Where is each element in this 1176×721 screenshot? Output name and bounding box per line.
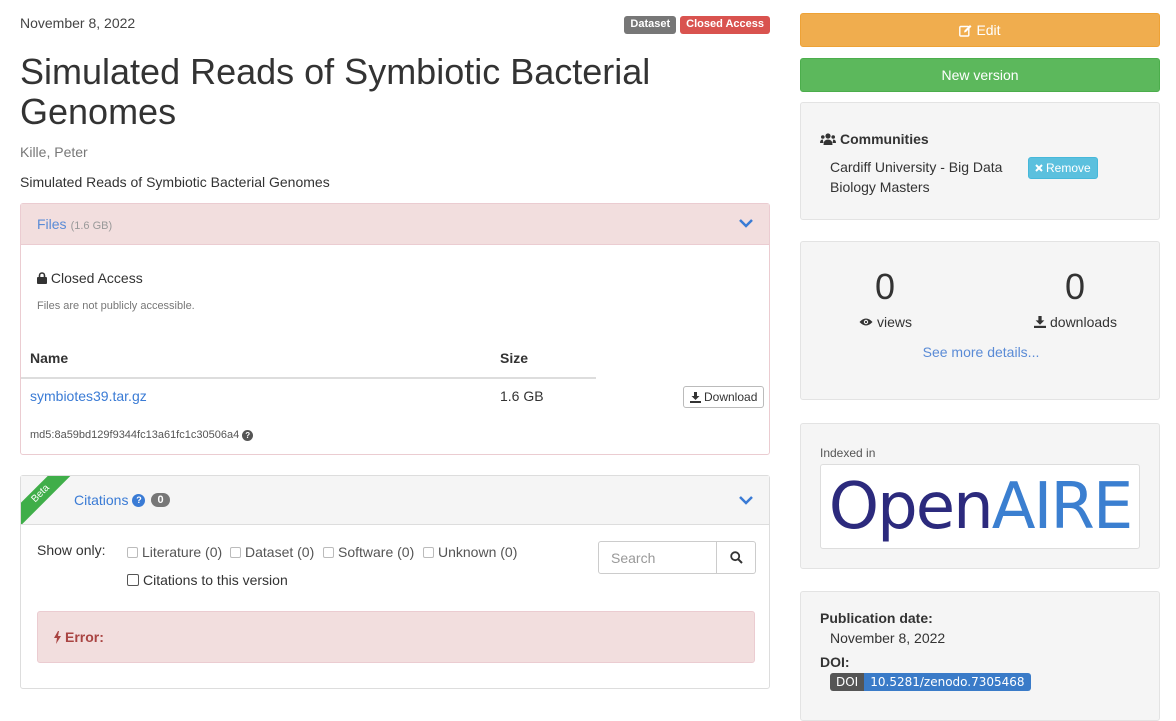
views-label: views xyxy=(877,314,913,330)
error-alert: Error: xyxy=(37,611,755,663)
column-header-size: Size xyxy=(500,350,529,366)
files-title[interactable]: Files xyxy=(37,216,67,232)
closed-access-title: Closed Access xyxy=(37,270,143,286)
file-link[interactable]: symbiotes39.tar.gz xyxy=(30,388,147,404)
logo-part2: AIRE xyxy=(991,469,1134,544)
filter-label: Dataset (0) xyxy=(245,544,315,560)
search-icon xyxy=(729,551,743,564)
citations-panel-header[interactable]: Beta Citations ? 0 xyxy=(21,476,769,525)
communities-box: Communities Cardiff University - Big Dat… xyxy=(800,102,1160,220)
citations-panel: Beta Citations ? 0 Show only: Literature… xyxy=(20,475,770,689)
communities-title: Communities xyxy=(820,131,929,147)
files-panel: Files (1.6 GB) Closed Access Files are no… xyxy=(20,203,770,455)
citations-title[interactable]: Citations ? 0 xyxy=(74,492,170,508)
indexed-in-label: Indexed in xyxy=(820,446,876,460)
publication-date: November 8, 2022 xyxy=(20,15,136,31)
question-circle-icon[interactable]: ? xyxy=(242,429,254,441)
table-header-divider xyxy=(21,377,596,379)
openaire-logo[interactable]: OpenAIRE xyxy=(820,464,1140,549)
downloads-count: 0 xyxy=(1064,266,1086,307)
views-count: 0 xyxy=(874,266,896,307)
filter-dataset[interactable]: Dataset (0) xyxy=(230,544,314,560)
md5-value: md5:8a59bd129f9344fc13a61fc1c30506a4 xyxy=(30,429,240,441)
see-more-details-link[interactable]: See more details... xyxy=(801,344,1161,360)
communities-title-text: Communities xyxy=(840,131,929,147)
search-button[interactable] xyxy=(717,541,756,574)
filter-this-version[interactable]: Citations to this version xyxy=(127,572,288,588)
checkbox[interactable] xyxy=(230,546,241,558)
publication-date-value: November 8, 2022 xyxy=(830,630,946,646)
edit-label: Edit xyxy=(976,22,1001,38)
md5-checksum: md5:8a59bd129f9344fc13a61fc1c30506a4 ? xyxy=(30,429,254,441)
record-description: Simulated Reads of Symbiotic Bacterial G… xyxy=(20,174,330,190)
bolt-icon xyxy=(54,630,61,644)
filter-software[interactable]: Software (0) xyxy=(323,544,414,560)
close-icon xyxy=(1035,164,1043,172)
publication-date-label: Publication date: xyxy=(820,610,933,626)
closed-access-note: Files are not publicly accessible. xyxy=(37,300,195,312)
file-size: 1.6 GB xyxy=(500,388,544,404)
search-input[interactable]: Search xyxy=(598,541,717,574)
new-version-button[interactable]: New version xyxy=(800,58,1160,92)
access-badge: Closed Access xyxy=(680,16,770,34)
checkbox[interactable] xyxy=(423,546,434,558)
type-badge: Dataset xyxy=(624,16,677,34)
users-icon xyxy=(820,133,836,145)
filter-literature[interactable]: Literature (0) xyxy=(127,544,222,560)
download-label: Download xyxy=(704,390,758,404)
filter-unknown[interactable]: Unknown (0) xyxy=(423,544,517,560)
views-stat: views xyxy=(859,314,912,330)
remove-label: Remove xyxy=(1046,161,1091,175)
chevron-down-icon[interactable] xyxy=(739,215,753,233)
indexed-box: Indexed in OpenAIRE xyxy=(800,423,1160,569)
column-header-name: Name xyxy=(30,350,69,366)
citations-count-badge: 0 xyxy=(151,493,170,507)
downloads-stat: downloads xyxy=(1034,314,1117,330)
doi-badge-prefix: DOI xyxy=(830,673,865,691)
checkbox[interactable] xyxy=(127,574,139,586)
logo-part1: Open xyxy=(828,469,994,544)
closed-access-text: Closed Access xyxy=(50,270,143,286)
edit-icon xyxy=(959,24,972,37)
lock-icon xyxy=(37,272,47,284)
files-panel-header[interactable]: Files (1.6 GB) xyxy=(21,204,769,245)
citations-search: Search xyxy=(598,541,756,574)
download-button[interactable]: Download xyxy=(683,386,765,408)
question-circle-icon[interactable]: ? xyxy=(132,493,146,507)
files-total-size: (1.6 GB) xyxy=(70,220,113,232)
new-version-label: New version xyxy=(941,67,1019,83)
page-title: Simulated Reads of Symbiotic Bacterial G… xyxy=(20,51,651,132)
doi-label: DOI: xyxy=(820,654,850,670)
error-label: Error: xyxy=(65,629,104,645)
download-icon xyxy=(1034,316,1046,328)
community-name[interactable]: Cardiff University - Big Data Biology Ma… xyxy=(830,157,1010,197)
remove-community-button[interactable]: Remove xyxy=(1028,157,1098,179)
publication-info-box: Publication date: November 8, 2022 DOI: … xyxy=(800,591,1160,721)
download-icon xyxy=(690,391,701,403)
checkbox[interactable] xyxy=(323,546,334,558)
record-labels: Dataset Closed Access xyxy=(624,16,770,34)
creator-name: Kille, Peter xyxy=(20,144,88,160)
chevron-down-icon[interactable] xyxy=(739,492,753,510)
citations-title-text[interactable]: Citations xyxy=(74,492,128,508)
filter-label: Unknown (0) xyxy=(438,544,518,560)
edit-button[interactable]: Edit xyxy=(800,13,1160,47)
eye-icon xyxy=(859,318,873,326)
checkbox[interactable] xyxy=(127,546,138,558)
beta-ribbon: Beta xyxy=(21,476,75,524)
filter-label: Literature (0) xyxy=(142,544,223,560)
filter-label: Software (0) xyxy=(338,544,415,560)
show-only-label: Show only: xyxy=(37,542,106,558)
doi-badge[interactable]: DOI 10.5281/zenodo.7305468 xyxy=(830,673,1031,691)
doi-value: 10.5281/zenodo.7305468 xyxy=(864,673,1031,691)
stats-box: 0 views 0 downloads See more details... xyxy=(800,241,1160,400)
downloads-label: downloads xyxy=(1050,314,1117,330)
filter-label: Citations to this version xyxy=(143,572,288,588)
